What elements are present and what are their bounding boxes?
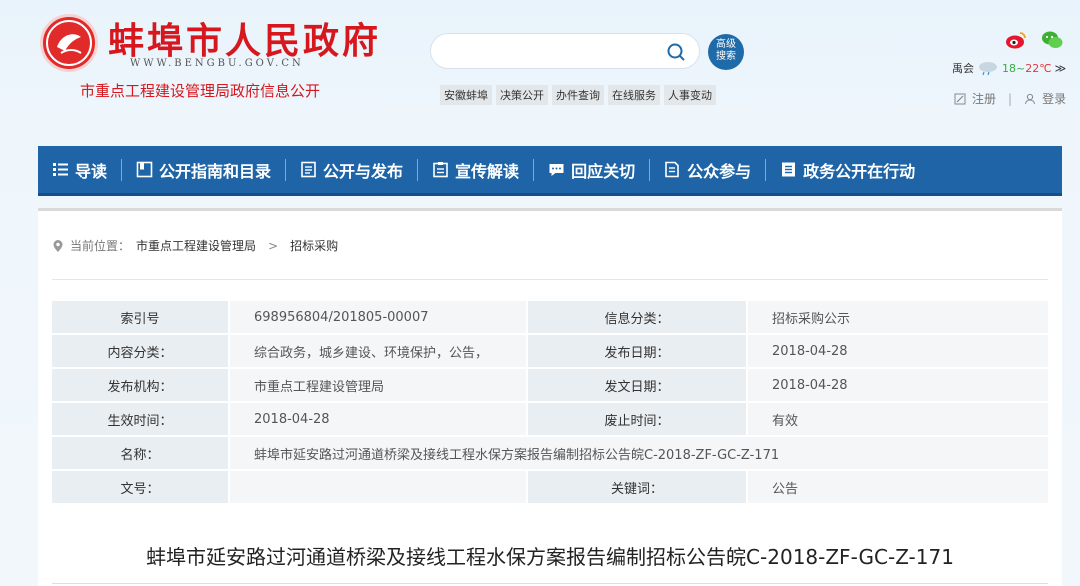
nav-item-in-action[interactable]: 政务公开在行动	[766, 145, 929, 195]
weather-temperature: 18~22℃	[1002, 62, 1052, 75]
main-navigation: 导读 公开指南和目录 公开与发布 宣传解读 回应关切 公众参与 政务公开在行动	[38, 146, 1062, 196]
register-link[interactable]: 注册	[972, 90, 996, 107]
account-separator: |	[1008, 91, 1013, 106]
wechat-icon[interactable]	[1041, 30, 1063, 50]
list-icon	[53, 163, 68, 176]
breadcrumb-link-department[interactable]: 市重点工程建设管理局	[136, 237, 256, 254]
effective-time-label: 生效时间：	[52, 403, 228, 435]
temp-unit: ℃	[1039, 61, 1052, 75]
doc-number-label: 文号：	[52, 471, 228, 503]
name-label: 名称：	[52, 437, 228, 469]
user-icon	[1025, 93, 1036, 104]
nav-item-open-guide[interactable]: 公开指南和目录	[122, 145, 285, 195]
nav-item-response[interactable]: 回应关切	[534, 145, 649, 195]
nav-label: 公开与发布	[323, 161, 404, 181]
city-emblem-logo[interactable]	[40, 14, 98, 72]
quick-link-decision[interactable]: 决策公开	[496, 85, 548, 105]
table-row: 文号： 关键词： 公告	[52, 471, 1048, 503]
account-links: 注册 | 登录	[954, 90, 1066, 107]
publisher-value: 市重点工程建设管理局	[230, 369, 526, 401]
temp-low: 18	[1002, 61, 1016, 75]
keywords-value: 公告	[748, 471, 1048, 503]
document-icon	[301, 161, 316, 178]
edit-document-icon	[665, 161, 679, 178]
content-class-value: 综合政务，城乡建设、环境保护，公告，	[230, 335, 526, 367]
breadcrumb-arrow: >	[268, 238, 279, 253]
title-divider	[52, 583, 1048, 584]
table-row: 生效时间： 2018-04-28 废止时间： 有效	[52, 403, 1048, 435]
clipboard-icon	[433, 162, 448, 178]
site-domain: WWW.BENGBU.GOV.CN	[130, 58, 304, 69]
login-link[interactable]: 登录	[1042, 90, 1066, 107]
temp-high: 22	[1025, 61, 1040, 75]
weibo-icon[interactable]	[1005, 30, 1027, 50]
breadcrumb-link-procurement[interactable]: 招标采购	[290, 237, 338, 254]
breadcrumb-divider	[52, 279, 1048, 280]
doc-number-value	[230, 471, 526, 503]
content-class-label: 内容分类：	[52, 335, 228, 367]
weather-more-icon[interactable]: ≫	[1055, 62, 1067, 75]
advanced-search-line2: 搜索	[716, 51, 736, 62]
index-number-label: 索引号	[52, 301, 228, 333]
advanced-search-line1: 高级	[716, 39, 736, 50]
advanced-search-button[interactable]: 高级 搜索	[708, 34, 744, 70]
table-row: 名称： 蚌埠市延安路过河通道桥梁及接线工程水保方案报告编制招标公告皖C-2018…	[52, 437, 1048, 469]
weather-city: 禹会	[952, 62, 974, 75]
nav-label: 公开指南和目录	[159, 161, 272, 181]
nav-label: 政务公开在行动	[803, 161, 916, 181]
doc-date-value: 2018-04-28	[748, 369, 1048, 401]
nav-label: 导读	[75, 161, 108, 181]
nav-item-interpretation[interactable]: 宣传解读	[418, 145, 533, 195]
quick-link-personnel[interactable]: 人事变动	[664, 85, 716, 105]
expire-time-value: 有效	[748, 403, 1048, 435]
name-value: 蚌埠市延安路过河通道桥梁及接线工程水保方案报告编制招标公告皖C-2018-ZF-…	[230, 437, 1048, 469]
table-row: 内容分类： 综合政务，城乡建设、环境保护，公告， 发布日期： 2018-04-2…	[52, 335, 1048, 367]
publish-date-label: 发布日期：	[528, 335, 746, 367]
category-label: 信息分类：	[528, 301, 746, 333]
table-row: 发布机构： 市重点工程建设管理局 发文日期： 2018-04-28	[52, 369, 1048, 401]
expire-time-label: 废止时间：	[528, 403, 746, 435]
quick-link-online-service[interactable]: 在线服务	[608, 85, 660, 105]
temp-tilde: ~	[1016, 61, 1026, 75]
department-title[interactable]: 市重点工程建设管理局政府信息公开	[80, 80, 320, 101]
doc-date-label: 发文日期：	[528, 369, 746, 401]
table-row: 索引号 698956804/201805-00007 信息分类： 招标采购公示	[52, 301, 1048, 333]
site-header: 蚌埠市人民政府 WWW.BENGBU.GOV.CN 市重点工程建设管理局政府信息…	[0, 0, 1080, 146]
search-input[interactable]	[447, 41, 657, 63]
effective-time-value: 2018-04-28	[230, 403, 526, 435]
search-box	[430, 33, 700, 69]
site-title[interactable]: 蚌埠市人民政府	[108, 12, 381, 64]
social-links	[1005, 30, 1063, 50]
article-icon	[782, 162, 796, 177]
main-content: 当前位置： 市重点工程建设管理局 > 招标采购 索引号 698956804/20…	[38, 208, 1062, 586]
nav-label: 回应关切	[571, 161, 636, 181]
publish-date-value: 2018-04-28	[748, 335, 1048, 367]
search-icon[interactable]	[665, 41, 687, 63]
quick-link-anhui-bengbu[interactable]: 安徽蚌埠	[440, 85, 492, 105]
location-pin-icon	[53, 239, 63, 252]
publisher-label: 发布机构：	[52, 369, 228, 401]
index-number-value: 698956804/201805-00007	[230, 301, 526, 333]
info-metadata-table: 索引号 698956804/201805-00007 信息分类： 招标采购公示 …	[52, 299, 1048, 505]
nav-label: 宣传解读	[455, 161, 520, 181]
nav-item-guide[interactable]: 导读	[38, 145, 121, 195]
nav-label: 公众参与	[687, 161, 752, 181]
nav-item-participation[interactable]: 公众参与	[650, 145, 765, 195]
nav-item-publish[interactable]: 公开与发布	[286, 145, 417, 195]
weather-widget[interactable]: 禹会 18~22℃ ≫	[952, 60, 1066, 76]
breadcrumb: 当前位置： 市重点工程建设管理局 > 招标采购	[52, 237, 338, 254]
article-title: 蚌埠市延安路过河通道桥梁及接线工程水保方案报告编制招标公告皖C-2018-ZF-…	[146, 545, 954, 569]
breadcrumb-prefix: 当前位置：	[70, 239, 131, 253]
quick-links: 安徽蚌埠 决策公开 办件查询 在线服务 人事变动	[440, 85, 716, 105]
chat-bubble-icon	[549, 164, 564, 176]
keywords-label: 关键词：	[528, 471, 746, 503]
quick-link-query[interactable]: 办件查询	[552, 85, 604, 105]
cloud-rain-icon	[979, 62, 997, 76]
emblem-icon	[46, 20, 92, 66]
book-icon	[136, 161, 153, 178]
edit-icon	[954, 93, 966, 104]
category-value: 招标采购公示	[748, 301, 1048, 333]
